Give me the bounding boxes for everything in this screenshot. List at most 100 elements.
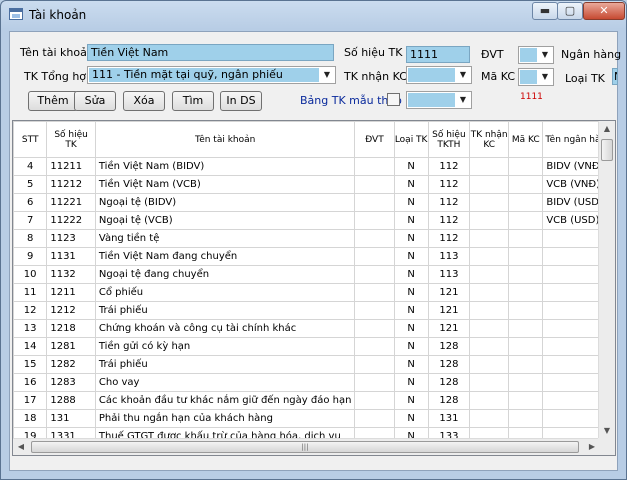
col-tk-nhan-kc-cell[interactable] — [469, 193, 510, 212]
col-loai-tk-cell[interactable]: N — [393, 301, 429, 320]
horizontal-scrollbar[interactable]: ◀ ||| ▶ — [13, 438, 600, 455]
col-dvt-cell[interactable] — [354, 157, 395, 176]
col-dvt-cell[interactable] — [354, 175, 395, 194]
them-button[interactable]: Thêm — [28, 91, 78, 111]
col-stt-cell[interactable]: 5 — [13, 175, 48, 194]
col-so-hieu-tkth-cell[interactable]: 128 — [427, 391, 471, 410]
col-stt-cell[interactable]: 17 — [13, 391, 48, 410]
col-so-hieu-tk-cell[interactable]: 1211 — [46, 283, 96, 302]
col-so-hieu-tkth-cell[interactable]: 113 — [427, 265, 471, 284]
col-tk-nhan-kc-cell[interactable] — [469, 319, 510, 338]
col-so-hieu-tkth-cell[interactable]: 131 — [427, 409, 471, 428]
table-row[interactable]: 13 1218 Chứng khoán và công cụ tài chính k… — [13, 319, 615, 338]
col-loai-tk-cell[interactable]: N — [393, 175, 429, 194]
chevron-down-icon[interactable]: ▼ — [538, 70, 552, 84]
col-ma-kc-cell[interactable] — [508, 319, 544, 338]
col-so-hieu-tkth-cell[interactable]: 121 — [427, 301, 471, 320]
col-dvt-cell[interactable] — [354, 229, 395, 248]
col-so-hieu-tk-cell[interactable]: 1281 — [46, 337, 96, 356]
col-stt-cell[interactable]: 13 — [13, 319, 48, 338]
col-loai-tk-cell[interactable]: N — [393, 211, 429, 230]
col-so-hieu-tk-cell[interactable]: 1212 — [46, 301, 96, 320]
col-dvt-cell[interactable] — [354, 409, 395, 428]
col-tk-nhan-kc-cell[interactable] — [469, 229, 510, 248]
col-so-hieu-tkth-cell[interactable]: 112 — [427, 157, 471, 176]
col-so-hieu-tk-cell[interactable]: 1282 — [46, 355, 96, 374]
col-stt-cell[interactable]: 4 — [13, 157, 48, 176]
maximize-button[interactable]: ▢ — [557, 2, 583, 20]
table-row[interactable]: 4 11211 Tiền Việt Nam (BIDV) N 112 BIDV (VNĐ) — [13, 157, 615, 176]
col-ma-kc-header[interactable]: Mã KC — [508, 121, 544, 158]
close-button[interactable]: ✕ — [583, 2, 625, 20]
table-row[interactable]: 8 1123 Vàng tiền tệ N 112 — [13, 229, 615, 248]
chevron-down-icon[interactable]: ▼ — [538, 48, 552, 62]
col-tk-nhan-kc-header[interactable]: TK nhận KC — [469, 121, 510, 158]
col-so-hieu-tkth-cell[interactable]: 112 — [427, 211, 471, 230]
col-loai-tk-cell[interactable]: N — [393, 391, 429, 410]
col-dvt-cell[interactable] — [354, 355, 395, 374]
col-loai-tk-cell[interactable]: N — [393, 193, 429, 212]
col-so-hieu-tkth-cell[interactable]: 121 — [427, 319, 471, 338]
col-ten-tai-khoan-cell[interactable]: Ngoại tệ (BIDV) — [94, 193, 356, 212]
col-ten-tai-khoan-cell[interactable]: Ngoại tệ (VCB) — [94, 211, 356, 230]
col-ma-kc-cell[interactable] — [508, 337, 544, 356]
col-dvt-cell[interactable] — [354, 265, 395, 284]
col-stt-header[interactable]: STT — [13, 121, 48, 158]
bang-tk-mau-theo-checkbox[interactable] — [387, 93, 400, 106]
col-loai-tk-cell[interactable]: N — [393, 373, 429, 392]
bang-tk-mau-theo-combo[interactable]: ▼ — [406, 91, 472, 109]
col-so-hieu-tk-cell[interactable]: 131 — [46, 409, 96, 428]
chevron-down-icon[interactable]: ▼ — [320, 68, 334, 82]
col-ten-tai-khoan-cell[interactable]: Tiền Việt Nam (VCB) — [94, 175, 356, 194]
col-ten-tai-khoan-cell[interactable]: Tiền gửi có kỳ hạn — [94, 337, 356, 356]
col-stt-cell[interactable]: 16 — [13, 373, 48, 392]
col-stt-cell[interactable]: 8 — [13, 229, 48, 248]
col-stt-cell[interactable]: 10 — [13, 265, 48, 284]
col-so-hieu-tk-cell[interactable]: 11221 — [46, 193, 96, 212]
col-tk-nhan-kc-cell[interactable] — [469, 157, 510, 176]
col-so-hieu-tk-cell[interactable]: 1132 — [46, 265, 96, 284]
xoa-button[interactable]: Xóa — [123, 91, 165, 111]
col-dvt-cell[interactable] — [354, 211, 395, 230]
col-so-hieu-tk-cell[interactable]: 1123 — [46, 229, 96, 248]
minimize-button[interactable]: ▬ — [532, 2, 558, 20]
col-so-hieu-tk-header[interactable]: Số hiệu TK — [46, 121, 96, 158]
col-ten-tai-khoan-cell[interactable]: Chứng khoán và công cụ tài chính khác — [94, 319, 356, 338]
table-row[interactable]: 15 1282 Trái phiếu N 128 — [13, 355, 615, 374]
col-tk-nhan-kc-cell[interactable] — [469, 337, 510, 356]
table-row[interactable]: 14 1281 Tiền gửi có kỳ hạn N 128 — [13, 337, 615, 356]
col-dvt-header[interactable]: ĐVT — [354, 121, 395, 158]
col-so-hieu-tk-cell[interactable]: 11212 — [46, 175, 96, 194]
col-ma-kc-cell[interactable] — [508, 265, 544, 284]
col-stt-cell[interactable]: 7 — [13, 211, 48, 230]
col-tk-nhan-kc-cell[interactable] — [469, 355, 510, 374]
table-row[interactable]: 16 1283 Cho vay N 128 — [13, 373, 615, 392]
col-tk-nhan-kc-cell[interactable] — [469, 175, 510, 194]
col-tk-nhan-kc-cell[interactable] — [469, 265, 510, 284]
col-loai-tk-cell[interactable]: N — [393, 265, 429, 284]
table-row[interactable]: 18 131 Phải thu ngắn hạn của khách hàng N 13… — [13, 409, 615, 428]
col-dvt-cell[interactable] — [354, 337, 395, 356]
table-row[interactable]: 9 1131 Tiền Việt Nam đang chuyển N 113 — [13, 247, 615, 266]
col-ten-tai-khoan-cell[interactable]: Tiền Việt Nam (BIDV) — [94, 157, 356, 176]
col-dvt-cell[interactable] — [354, 283, 395, 302]
col-ten-tai-khoan-cell[interactable]: Vàng tiền tệ — [94, 229, 356, 248]
col-loai-tk-cell[interactable]: N — [393, 355, 429, 374]
col-loai-tk-cell[interactable]: N — [393, 157, 429, 176]
col-ma-kc-cell[interactable] — [508, 193, 544, 212]
col-so-hieu-tkth-cell[interactable]: 128 — [427, 355, 471, 374]
col-ma-kc-cell[interactable] — [508, 157, 544, 176]
col-tk-nhan-kc-cell[interactable] — [469, 211, 510, 230]
col-so-hieu-tk-cell[interactable]: 1218 — [46, 319, 96, 338]
col-so-hieu-tkth-cell[interactable]: 112 — [427, 229, 471, 248]
col-ma-kc-cell[interactable] — [508, 373, 544, 392]
col-ma-kc-cell[interactable] — [508, 211, 544, 230]
tk-nhan-kc-combo[interactable]: ▼ — [406, 66, 472, 84]
col-ma-kc-cell[interactable] — [508, 283, 544, 302]
col-stt-cell[interactable]: 9 — [13, 247, 48, 266]
col-loai-tk-cell[interactable]: N — [393, 229, 429, 248]
so-hieu-tk-input[interactable]: 1111 — [406, 46, 470, 63]
col-tk-nhan-kc-cell[interactable] — [469, 301, 510, 320]
table-row[interactable]: 17 1288 Các khoản đầu tư khác nắm giữ đến … — [13, 391, 615, 410]
col-so-hieu-tk-cell[interactable]: 1288 — [46, 391, 96, 410]
